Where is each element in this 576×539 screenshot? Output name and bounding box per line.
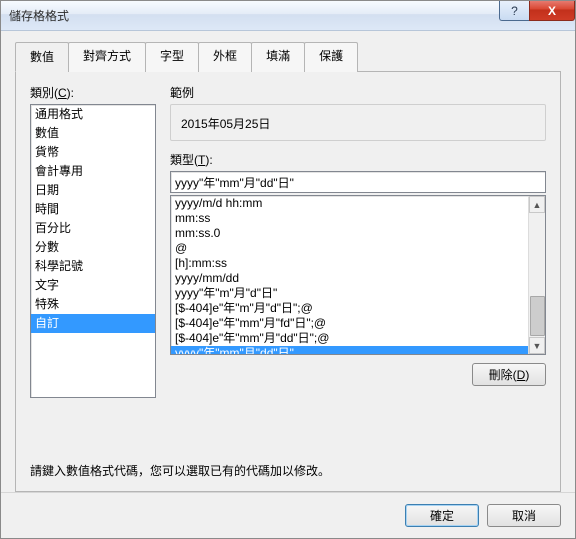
sample-value: 2015年05月25日 xyxy=(181,115,535,132)
category-item[interactable]: 日期 xyxy=(31,181,155,200)
category-column: 類別(C): 通用格式數值貨幣會計專用日期時間百分比分數科學記號文字特殊自訂 xyxy=(30,84,156,452)
sample-box: 2015年05月25日 xyxy=(170,104,546,141)
category-listbox[interactable]: 通用格式數值貨幣會計專用日期時間百分比分數科學記號文字特殊自訂 xyxy=(30,104,156,398)
scroll-up-button[interactable]: ▲ xyxy=(529,196,545,213)
category-item[interactable]: 通用格式 xyxy=(31,105,155,124)
tab-字型[interactable]: 字型 xyxy=(145,42,199,72)
delete-button[interactable]: 刪除(D) xyxy=(472,363,546,386)
category-item[interactable]: 時間 xyxy=(31,200,155,219)
tab-對齊方式[interactable]: 對齊方式 xyxy=(68,42,146,72)
ok-button[interactable]: 確定 xyxy=(405,504,479,527)
cancel-button[interactable]: 取消 xyxy=(487,504,561,527)
scroll-down-button[interactable]: ▼ xyxy=(529,337,545,354)
category-label: 類別(C): xyxy=(30,84,156,101)
category-item[interactable]: 分數 xyxy=(31,238,155,257)
format-cells-dialog: 儲存格格式 ? X 數值對齊方式字型外框填滿保護 類別(C): 通用格式數值貨幣… xyxy=(0,0,576,539)
number-panel: 類別(C): 通用格式數值貨幣會計專用日期時間百分比分數科學記號文字特殊自訂 範… xyxy=(15,72,561,492)
format-item[interactable]: mm:ss.0 xyxy=(171,226,545,241)
delete-row: 刪除(D) xyxy=(170,363,546,386)
right-column: 範例 2015年05月25日 類型(T): yyyy/m/d hh:mmmm:s… xyxy=(170,84,546,452)
category-item[interactable]: 特殊 xyxy=(31,295,155,314)
format-item[interactable]: [$-404]e"年"mm"月"dd"日";@ xyxy=(171,331,545,346)
category-item[interactable]: 貨幣 xyxy=(31,143,155,162)
format-item[interactable]: yyyy"年"m"月"d"日" xyxy=(171,286,545,301)
help-button[interactable]: ? xyxy=(499,1,529,21)
category-item[interactable]: 會計專用 xyxy=(31,162,155,181)
category-item[interactable]: 科學記號 xyxy=(31,257,155,276)
category-item[interactable]: 百分比 xyxy=(31,219,155,238)
format-item[interactable]: [$-404]e"年"mm"月"fd"日";@ xyxy=(171,316,545,331)
window-buttons: ? X xyxy=(499,1,575,21)
dialog-footer: 確定 取消 xyxy=(1,492,575,538)
format-item[interactable]: yyyy"年"mm"月"dd"日" xyxy=(171,346,545,355)
titlebar[interactable]: 儲存格格式 ? X xyxy=(1,1,575,31)
format-item[interactable]: yyyy/mm/dd xyxy=(171,271,545,286)
tab-strip: 數值對齊方式字型外框填滿保護 xyxy=(15,41,561,72)
format-item[interactable]: mm:ss xyxy=(171,211,545,226)
category-item[interactable]: 自訂 xyxy=(31,314,155,333)
tab-保護[interactable]: 保護 xyxy=(304,42,358,72)
format-item[interactable]: yyyy/m/d hh:mm xyxy=(171,196,545,211)
sample-group-label: 範例 xyxy=(170,84,546,101)
window-title: 儲存格格式 xyxy=(9,7,69,24)
dialog-content: 數值對齊方式字型外框填滿保護 類別(C): 通用格式數值貨幣會計專用日期時間百分… xyxy=(1,31,575,492)
category-item[interactable]: 數值 xyxy=(31,124,155,143)
tab-填滿[interactable]: 填滿 xyxy=(251,42,305,72)
format-item[interactable]: [$-404]e"年"m"月"d"日";@ xyxy=(171,301,545,316)
tab-數值[interactable]: 數值 xyxy=(15,42,69,72)
format-item[interactable]: @ xyxy=(171,241,545,256)
format-list-wrap: yyyy/m/d hh:mmmm:ssmm:ss.0@[h]:mm:ssyyyy… xyxy=(170,195,546,355)
format-listbox[interactable]: yyyy/m/d hh:mmmm:ssmm:ss.0@[h]:mm:ssyyyy… xyxy=(170,195,546,355)
hint-text: 請鍵入數值格式代碼，您可以選取已有的代碼加以修改。 xyxy=(30,462,546,479)
type-label: 類型(T): xyxy=(170,151,546,168)
scrollbar[interactable]: ▲ ▼ xyxy=(528,196,545,354)
scroll-thumb[interactable] xyxy=(530,296,545,336)
format-item[interactable]: [h]:mm:ss xyxy=(171,256,545,271)
close-button[interactable]: X xyxy=(529,1,575,21)
tab-外框[interactable]: 外框 xyxy=(198,42,252,72)
category-item[interactable]: 文字 xyxy=(31,276,155,295)
panel-upper: 類別(C): 通用格式數值貨幣會計專用日期時間百分比分數科學記號文字特殊自訂 範… xyxy=(30,84,546,452)
type-input[interactable] xyxy=(170,171,546,193)
